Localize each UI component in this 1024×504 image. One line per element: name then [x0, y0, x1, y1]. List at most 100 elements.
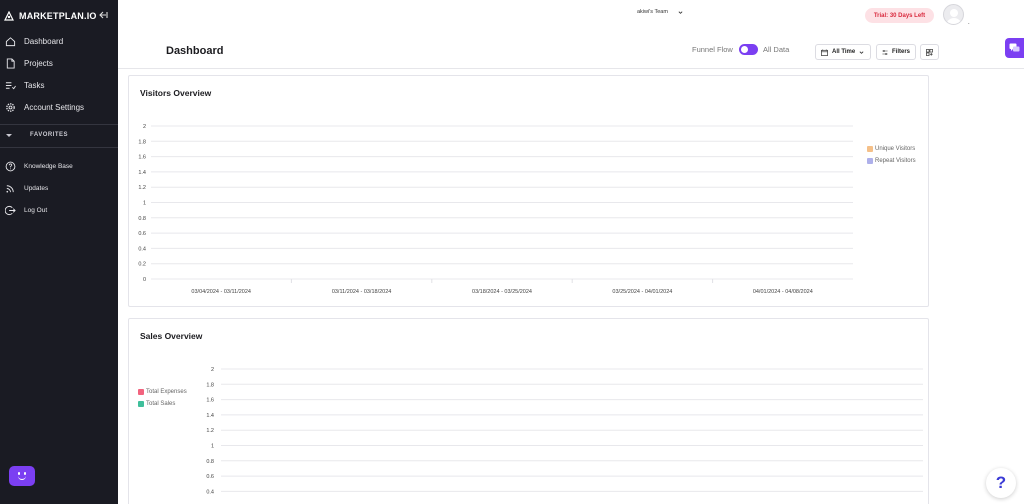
team-selector[interactable]: akiwi's Team: [637, 9, 683, 15]
sidebar-item-label: Account Settings: [24, 102, 85, 112]
avatar-body: [946, 18, 962, 24]
sidebar-item-label: Dashboard: [24, 36, 64, 46]
y-tick-label: 1.8: [138, 139, 146, 145]
divider: [0, 147, 118, 148]
bot-eye: [24, 472, 26, 475]
y-tick-label: 1.6: [206, 398, 214, 404]
legend-swatch: [138, 389, 144, 395]
y-tick-label: 1.2: [138, 185, 146, 191]
y-tick-label: 1.4: [206, 413, 214, 419]
favorites-label: FAVORITES: [30, 132, 69, 138]
y-tick-label: 1: [211, 444, 214, 450]
calendar-icon: [821, 48, 828, 56]
layout-button[interactable]: [920, 44, 939, 60]
legend-total-sales[interactable]: Total Sales: [138, 401, 175, 407]
logout-icon: [5, 205, 16, 215]
y-tick-label: 0.2: [138, 262, 146, 268]
chat-icon: [1009, 43, 1020, 52]
bot-eye: [18, 472, 20, 475]
y-tick-label: 1.6: [138, 155, 146, 161]
legend-repeat-visitors[interactable]: Repeat Visitors: [867, 158, 916, 164]
chevron-down-icon: [859, 50, 864, 54]
divider: [0, 124, 118, 125]
sidebar-item-account-settings[interactable]: Account Settings: [5, 100, 84, 114]
y-tick-label: 1.2: [206, 428, 214, 434]
chevron-down-icon: [678, 10, 683, 14]
legend-unique-visitors[interactable]: Unique Visitors: [867, 146, 915, 152]
avatar-caret[interactable]: .: [968, 20, 970, 26]
rss-icon: [6, 184, 14, 193]
x-tick-label: 03/18/2024 - 03/25/2024: [472, 289, 532, 295]
chatbot-launcher[interactable]: [9, 466, 35, 486]
legend-swatch: [867, 146, 873, 152]
home-icon: [5, 36, 16, 46]
sidebar: MARKETPLAN.IO Dashboard Projects Tasks A…: [0, 0, 118, 504]
legend-label: Total Expenses: [146, 389, 187, 395]
y-tick-label: 0.8: [206, 459, 214, 465]
question-circle-icon: [5, 161, 16, 171]
filters-button[interactable]: Filters: [876, 44, 916, 60]
sales-overview-card: Sales Overview 2 1.8 1.6 1.4 1.2 1 0.8 0.6 0.4 T…: [128, 318, 929, 504]
sidebar-item-dashboard[interactable]: Dashboard: [5, 34, 63, 48]
chat-button[interactable]: [1005, 38, 1024, 58]
y-tick-label: 0: [143, 277, 146, 283]
visitors-chart: 2 1.8 1.6 1.4 1.2 1 0.8 0.6 0.4 0.2 0 03/04/2024 - …: [138, 124, 853, 295]
legend-swatch: [867, 158, 873, 164]
x-tick-label: 04/01/2024 - 04/08/2024: [753, 289, 813, 295]
page-title: Dashboard: [166, 45, 224, 57]
legend-swatch: [138, 401, 144, 407]
sidebar-item-tasks[interactable]: Tasks: [5, 78, 44, 92]
brand[interactable]: MARKETPLAN.IO: [4, 8, 116, 24]
team-name: akiwi's Team: [637, 9, 668, 15]
legend-label: Repeat Visitors: [875, 158, 916, 164]
help-button[interactable]: ?: [986, 468, 1016, 498]
sidebar-item-updates[interactable]: Updates: [5, 181, 48, 195]
date-range-button[interactable]: All Time: [815, 44, 871, 60]
funnel-all-data-toggle[interactable]: [739, 44, 758, 55]
x-tick-label: 03/11/2024 - 03/18/2024: [332, 289, 392, 295]
header-divider: [118, 68, 1024, 69]
gear-icon: [6, 102, 15, 112]
favorites-header[interactable]: FAVORITES: [6, 132, 68, 138]
trial-badge[interactable]: Trial: 30 Days Left: [865, 8, 934, 23]
sidebar-item-label: Knowledge Base: [24, 162, 73, 170]
date-range-label: All Time: [832, 49, 856, 55]
collapse-sidebar-icon[interactable]: [98, 10, 108, 20]
bot-mouth: [18, 476, 26, 480]
legend-total-expenses[interactable]: Total Expenses: [138, 389, 187, 395]
y-tick-label: 0.8: [138, 216, 146, 222]
visitors-overview-card: Visitors Overview 2 1.8 1.6 1.4 1.2 1 0.8 0.6 0.…: [128, 75, 929, 307]
avatar[interactable]: [943, 4, 964, 25]
y-tick-label: 0.6: [206, 474, 214, 480]
y-tick-label: 0.6: [138, 231, 146, 237]
y-tick-label: 0.4: [138, 246, 146, 252]
document-icon: [6, 57, 15, 69]
caret-down-icon: [6, 133, 12, 137]
sidebar-item-knowledge-base[interactable]: Knowledge Base: [5, 159, 73, 173]
funnel-flow-label: Funnel Flow: [692, 45, 733, 54]
sidebar-item-label: Projects: [24, 58, 53, 68]
legend-label: Total Sales: [146, 401, 176, 407]
y-tick-label: 0.4: [206, 489, 214, 495]
brand-name: MARKETPLAN.IO: [19, 11, 97, 21]
x-tick-label: 03/04/2024 - 03/11/2024: [191, 289, 251, 295]
y-tick-label: 1.4: [138, 170, 146, 176]
avatar-head: [950, 9, 958, 17]
y-tick-label: 1: [143, 201, 146, 207]
all-data-label: All Data: [763, 45, 790, 54]
logo-icon: [4, 11, 14, 21]
y-tick-label: 2: [143, 124, 146, 130]
y-tick-label: 2: [211, 367, 214, 373]
grid-icon: [926, 48, 933, 56]
sidebar-item-log-out[interactable]: Log Out: [5, 203, 47, 217]
tasks-icon: [5, 81, 16, 89]
sidebar-item-projects[interactable]: Projects: [5, 56, 53, 70]
sales-chart: 2 1.8 1.6 1.4 1.2 1 0.8 0.6 0.4: [206, 367, 923, 495]
y-tick-label: 1.8: [206, 382, 214, 388]
toggle-knob: [741, 46, 748, 53]
sidebar-item-label: Tasks: [24, 80, 45, 90]
filters-label: Filters: [891, 49, 910, 55]
sidebar-item-label: Log Out: [24, 206, 48, 214]
sidebar-item-label: Updates: [24, 184, 49, 192]
filter-sliders-icon: [882, 49, 888, 55]
